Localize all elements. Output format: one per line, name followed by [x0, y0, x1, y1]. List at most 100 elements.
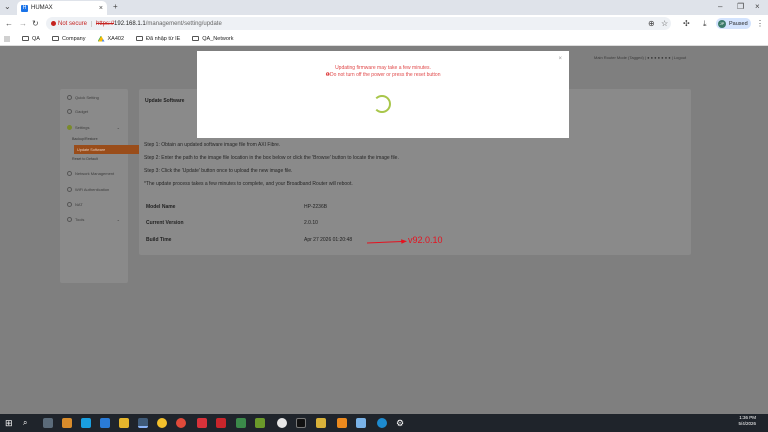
gadget-icon [67, 108, 72, 114]
gear-icon[interactable]: ⚙ [396, 418, 406, 428]
url-protocol: https:// [96, 20, 115, 27]
tab-humax[interactable]: H HUMAX × [17, 1, 107, 15]
bookmark-qa[interactable]: QA [22, 36, 40, 42]
folder-icon [136, 36, 144, 41]
file-explorer-icon[interactable] [119, 418, 129, 428]
terminal-icon[interactable] [296, 418, 306, 428]
step-2: Step 2: Enter the path to the image file… [144, 155, 399, 161]
nat-icon [67, 201, 72, 207]
clock-date: 5/4/2026 [738, 421, 756, 426]
update-note: *The update process takes a few minutes … [144, 181, 353, 187]
tools-icon [67, 216, 72, 222]
chevron-down-icon: ⌄ [116, 124, 120, 130]
forward-icon[interactable]: → [19, 20, 27, 28]
close-tab-icon[interactable]: × [99, 5, 103, 12]
task-view-icon[interactable] [43, 418, 53, 428]
warning-icon [51, 21, 56, 26]
folder-icon [22, 36, 29, 41]
sidebar-item-quick-setting[interactable]: Quick Setting [64, 92, 124, 102]
reload-icon[interactable]: ↻ [32, 20, 39, 28]
notes-app-icon[interactable] [316, 418, 326, 428]
minimize-icon[interactable]: – [718, 3, 722, 11]
build-time-label: Build Time [146, 237, 172, 243]
zoom-icon[interactable]: ⊕ [648, 20, 655, 28]
telegram-icon[interactable] [377, 418, 387, 428]
avatar: JP [718, 19, 726, 28]
extensions-icon[interactable]: ✣ [683, 20, 690, 28]
taskbar-clock[interactable]: 1:36 PM 5/4/2026 [738, 415, 756, 427]
chevron-down-icon: ⌄ [116, 216, 120, 222]
build-time-value: Apr 27 2026 01:20:48 [304, 237, 353, 243]
wifi-icon [67, 186, 72, 192]
current-version-label: Current Version [146, 220, 184, 226]
edge-icon[interactable] [81, 418, 91, 428]
sidebar-item-nat[interactable]: NAT [64, 199, 124, 209]
new-tab-icon[interactable]: + [113, 3, 118, 11]
bookmark-star-icon[interactable]: ☆ [661, 20, 668, 28]
sidebar-item-tools[interactable]: Tools ⌄ [64, 214, 124, 224]
apps-button[interactable] [4, 35, 10, 42]
address-bar[interactable]: Not secure https://192.168.1.1/managemen… [46, 17, 671, 30]
close-window-icon[interactable]: × [755, 3, 760, 11]
tab-title: HUMAX [31, 5, 53, 11]
apps-grid-icon [4, 35, 10, 42]
profile-status: Paused [729, 20, 748, 27]
subitem-backup-restore[interactable]: Backup/Restore [72, 137, 98, 141]
ring-app-icon[interactable] [277, 418, 287, 428]
firmware-update-modal: × Updating firmware may take a few minut… [197, 51, 569, 138]
humax-favicon-icon: H [21, 4, 28, 12]
app-icon[interactable] [62, 418, 72, 428]
video-app-icon[interactable] [197, 418, 207, 428]
version-annotation: v92.0.10 [408, 235, 443, 245]
bookmark-ie-import[interactable]: Đã nhập từ IE [136, 36, 180, 42]
settings-icon [67, 124, 72, 130]
w-app-icon[interactable] [216, 418, 226, 428]
close-icon[interactable]: × [558, 56, 562, 62]
bookmark-qa-network[interactable]: QA_Network [192, 36, 233, 42]
chrome-canary-icon[interactable] [176, 418, 186, 428]
annotation-arrow-icon [367, 239, 407, 244]
download-icon[interactable]: ⤓ [703, 20, 707, 28]
windows-start-icon[interactable]: ⊞ [5, 418, 15, 428]
menu-icon[interactable]: ⋮ [756, 20, 764, 28]
not-secure-badge[interactable]: Not secure [51, 20, 93, 27]
active-app-icon[interactable] [138, 418, 148, 428]
bookmark-xa402[interactable]: XA402 [97, 35, 124, 42]
sidebar-item-wifi-auth[interactable]: WiFi Authentication [64, 184, 124, 194]
url-path: /management/setting/update [145, 20, 222, 27]
restore-icon[interactable]: ❐ [737, 3, 744, 11]
url-host: 192.168.1.1 [114, 20, 146, 27]
bug-app-icon[interactable] [255, 418, 265, 428]
quick-setting-icon [67, 94, 72, 100]
folder-icon [51, 36, 59, 41]
green-app-icon[interactable] [236, 418, 246, 428]
model-name-label: Model Name [146, 204, 176, 210]
sidebar: Quick Setting Gadget Settings ⌄ Backup/Re… [60, 89, 159, 283]
bookmarks-bar: QA Company XA402 Đã nhập từ IE QA_Networ… [0, 32, 768, 46]
router-top-info: Main Router Mode (Tagged) | ● ● ● ● ● ● … [594, 55, 687, 60]
mail-icon[interactable] [100, 418, 110, 428]
current-version-value: 2.0.10 [304, 220, 318, 226]
bookmark-company[interactable]: Company [51, 36, 86, 42]
model-name-value: HP-2236B [304, 204, 328, 210]
subitem-reset-default[interactable]: Reset to Default [72, 157, 98, 161]
sidebar-item-network-management[interactable]: Network Management [64, 168, 124, 178]
sidebar-item-gadget[interactable]: Gadget [64, 106, 124, 116]
profile-button[interactable]: JP Paused [716, 18, 751, 29]
network-icon [67, 170, 72, 176]
back-icon[interactable]: ← [5, 20, 13, 28]
step-3: Step 3: Click the 'Update' button once t… [144, 168, 293, 174]
sidebar-item-settings[interactable]: Settings ⌄ [64, 122, 124, 132]
search-icon[interactable]: ⌕ [23, 418, 33, 428]
loading-spinner-icon [373, 95, 391, 113]
step-1: Step 1: Obtain an updated software image… [144, 142, 281, 148]
modal-message-warning: ❶Do not turn off the power or press the … [325, 72, 441, 78]
tab-search-icon[interactable]: ⌄ [4, 3, 11, 11]
modal-message-primary: Updating firmware may take a few minutes… [335, 65, 431, 71]
flame-app-icon[interactable] [337, 418, 347, 428]
folder-icon [192, 36, 200, 41]
drive-icon [97, 35, 105, 42]
page-title: Update Software [145, 98, 185, 104]
tool-app-icon[interactable] [356, 418, 366, 428]
chrome-icon[interactable] [157, 418, 167, 428]
